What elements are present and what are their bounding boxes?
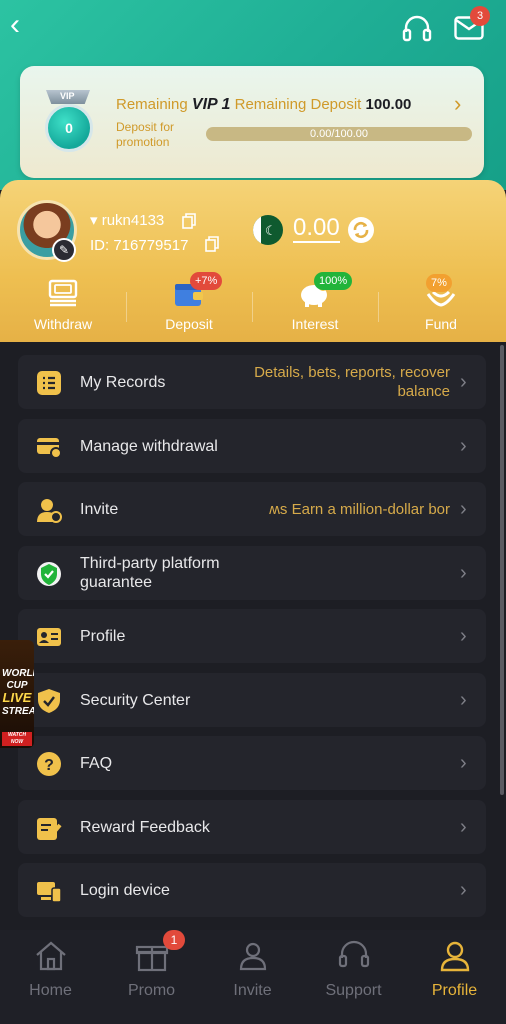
vip-level: VIP 1 bbox=[191, 96, 231, 113]
user-id: ID: 716779517 bbox=[90, 237, 189, 254]
copy-id-icon[interactable] bbox=[205, 236, 219, 252]
devices-icon bbox=[37, 882, 62, 903]
chevron-right-icon: › bbox=[460, 371, 467, 393]
interest-rate-tag: 100% bbox=[314, 272, 353, 290]
promo-badge: 1 bbox=[163, 930, 185, 950]
question-circle-icon: ? bbox=[37, 752, 61, 776]
chevron-right-icon: › bbox=[460, 816, 467, 838]
vip-medal-icon: VIP 0 bbox=[44, 90, 94, 158]
copy-icon[interactable] bbox=[182, 213, 196, 229]
vip-remaining-line: Remaining VIP 1 Remaining Deposit 100.00 bbox=[116, 96, 412, 113]
deposit-bonus-tag: +7% bbox=[190, 272, 223, 290]
invite-user-icon bbox=[37, 499, 62, 523]
chevron-right-icon[interactable]: › bbox=[454, 92, 474, 116]
deposit-button[interactable]: Deposit bbox=[126, 272, 252, 342]
nav-support[interactable]: Support bbox=[303, 930, 404, 1024]
vip-card[interactable]: VIP 0 Remaining VIP 1 Remaining Deposit … bbox=[20, 66, 484, 178]
username: ▾ rukn4133 bbox=[90, 212, 165, 229]
menu-reward-feedback[interactable]: Reward Feedback › bbox=[18, 800, 486, 854]
menu-security-center[interactable]: Security Center › bbox=[18, 673, 486, 727]
bottom-nav: Home Promo Invite Support Profile bbox=[0, 930, 506, 1024]
deposit-note: Deposit for promotion bbox=[116, 120, 175, 149]
withdraw-button[interactable]: Withdraw bbox=[0, 272, 126, 342]
nav-profile[interactable]: Profile bbox=[404, 930, 505, 1024]
menu-my-records-hint: Details, bets, reports, recover balance bbox=[254, 364, 450, 400]
menu-third-party-guarantee[interactable]: Third-party platform guarantee › bbox=[18, 546, 486, 600]
vip-progress-text: 0.00/100.00 bbox=[309, 128, 369, 140]
back-button[interactable]: ‹ bbox=[10, 10, 36, 40]
nav-invite[interactable]: Invite bbox=[202, 930, 303, 1024]
support-headset-icon bbox=[338, 940, 370, 968]
refresh-icon[interactable] bbox=[347, 216, 375, 244]
menu-invite[interactable]: Invite ʍs Earn a million-dollar bor › bbox=[18, 482, 486, 536]
records-list-icon bbox=[37, 371, 61, 395]
nav-home[interactable]: Home bbox=[0, 930, 101, 1024]
chevron-right-icon: › bbox=[460, 435, 467, 457]
profile-icon bbox=[440, 941, 470, 972]
menu-my-records[interactable]: My Records Details, bets, reports, recov… bbox=[18, 355, 486, 409]
remaining-deposit-value: 100.00 bbox=[365, 96, 412, 113]
vip-level-value: 0 bbox=[45, 104, 93, 152]
balance-value: 0.00 bbox=[293, 214, 340, 243]
menu-profile[interactable]: Profile › bbox=[18, 609, 486, 663]
edit-avatar-icon[interactable]: ✎ bbox=[52, 238, 76, 262]
chevron-right-icon: › bbox=[460, 689, 467, 711]
nav-promo[interactable]: Promo bbox=[101, 930, 202, 1024]
headset-icon[interactable] bbox=[402, 14, 432, 42]
withdraw-icon bbox=[48, 279, 78, 307]
world-cup-stream-ad[interactable]: WORLD CUP LIVE STREAM WATCH NOW bbox=[0, 640, 34, 748]
invite-marquee: ʍs Earn a million-dollar bor bbox=[269, 500, 450, 518]
security-shield-icon bbox=[38, 689, 60, 713]
scrollbar[interactable] bbox=[500, 345, 504, 795]
home-icon bbox=[36, 941, 66, 971]
chevron-right-icon: › bbox=[460, 752, 467, 774]
chevron-right-icon: › bbox=[460, 498, 467, 520]
chevron-right-icon: › bbox=[460, 879, 467, 901]
pakistan-flag-icon: ☾ bbox=[253, 215, 283, 245]
menu-manage-withdrawal[interactable]: Manage withdrawal › bbox=[18, 419, 486, 473]
chevron-right-icon: › bbox=[460, 562, 467, 584]
menu-login-device[interactable]: Login device › bbox=[18, 863, 486, 917]
users-icon bbox=[239, 942, 267, 971]
mail-badge: 3 bbox=[470, 6, 490, 26]
card-gear-icon bbox=[37, 438, 62, 459]
menu-faq[interactable]: ? FAQ › bbox=[18, 736, 486, 790]
chevron-right-icon: › bbox=[460, 625, 467, 647]
feedback-pencil-icon bbox=[37, 818, 62, 840]
svg-text:?: ? bbox=[44, 757, 54, 774]
fund-rate-tag: 7% bbox=[426, 274, 452, 292]
shield-check-icon bbox=[37, 562, 61, 586]
profile-card-icon bbox=[37, 628, 61, 646]
